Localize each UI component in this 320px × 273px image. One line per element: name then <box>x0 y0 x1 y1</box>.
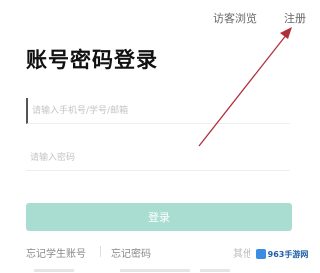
site-logo-icon <box>255 249 266 259</box>
site-watermark: 963手游网 <box>250 243 314 265</box>
annotation-arrow <box>198 27 292 147</box>
watermark-text: 963手游网 <box>267 249 309 259</box>
faded-bottom-text <box>34 269 230 272</box>
arrow-head-icon <box>280 27 292 39</box>
arrow-shaft <box>198 33 288 147</box>
